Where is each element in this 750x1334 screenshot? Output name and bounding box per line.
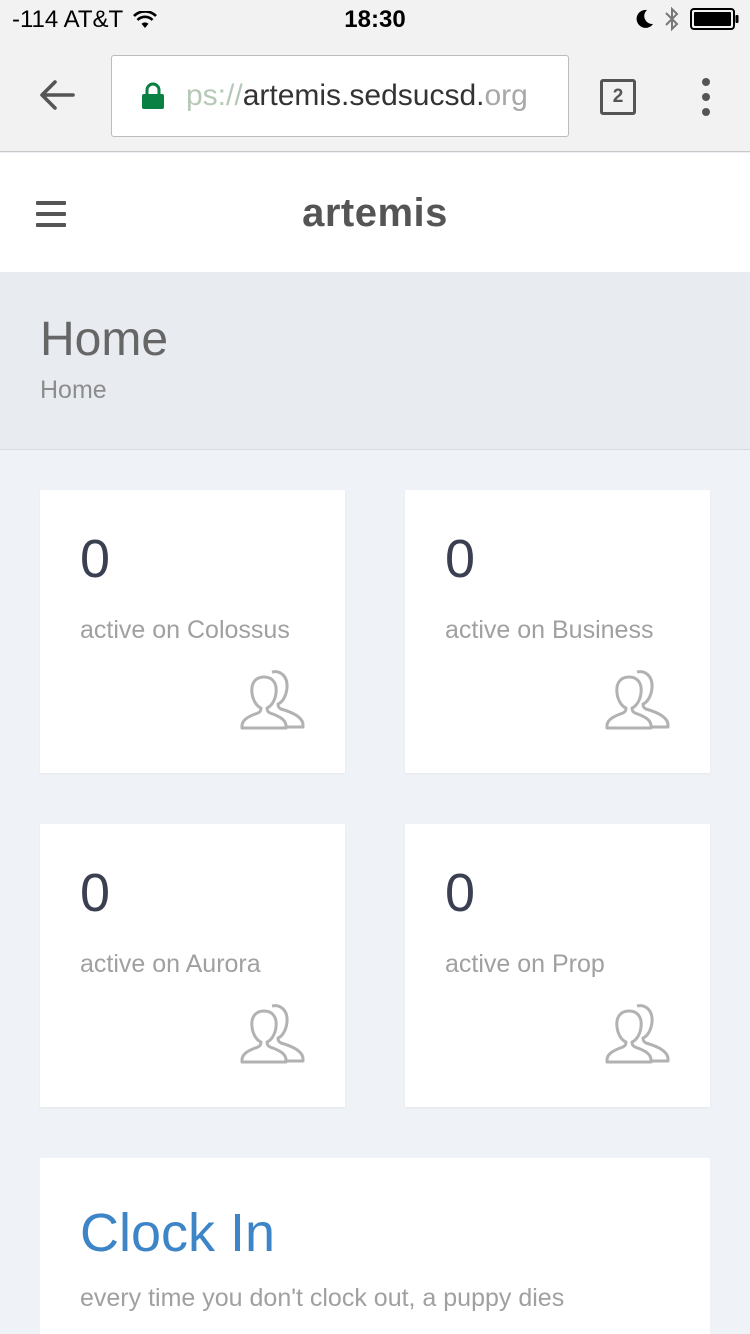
stat-count: 0 bbox=[445, 863, 476, 923]
stat-card-prop: 0 active on Prop bbox=[405, 824, 710, 1107]
page-title: Home bbox=[40, 313, 169, 366]
stat-count: 0 bbox=[80, 863, 111, 923]
lock-icon bbox=[142, 82, 164, 109]
users-icon bbox=[240, 1004, 305, 1064]
brand-title[interactable]: artemis bbox=[0, 191, 750, 236]
stat-card-business: 0 active on Business bbox=[405, 490, 710, 773]
stat-card-colossus: 0 active on Colossus bbox=[40, 490, 345, 773]
menu-dot bbox=[702, 93, 710, 101]
menu-dot bbox=[702, 78, 710, 86]
users-icon bbox=[605, 1004, 670, 1064]
clock-in-card: Clock In every time you don't clock out,… bbox=[40, 1158, 710, 1334]
menu-dot bbox=[702, 108, 710, 116]
back-arrow-icon bbox=[40, 80, 75, 110]
battery-icon bbox=[690, 8, 739, 30]
bluetooth-icon bbox=[665, 6, 679, 32]
stat-card-aurora: 0 active on Aurora bbox=[40, 824, 345, 1107]
status-bar: -114 AT&T 18:30 bbox=[0, 0, 750, 40]
url-tld: org bbox=[484, 79, 528, 112]
moon-icon bbox=[636, 9, 653, 28]
stat-label: active on Colossus bbox=[80, 616, 290, 644]
stat-count: 0 bbox=[445, 529, 476, 589]
stat-label: active on Prop bbox=[445, 950, 605, 978]
users-icon bbox=[605, 670, 670, 730]
breadcrumb[interactable]: Home bbox=[40, 376, 107, 405]
url-scheme: ps:// bbox=[186, 79, 243, 112]
users-icon bbox=[240, 670, 305, 730]
overflow-menu-icon[interactable] bbox=[690, 74, 722, 120]
clock-in-subtitle: every time you don't clock out, a puppy … bbox=[80, 1284, 565, 1312]
stat-count: 0 bbox=[80, 529, 111, 589]
stat-label: active on Aurora bbox=[80, 950, 261, 978]
stat-label: active on Business bbox=[445, 616, 654, 644]
page-header: Home Home bbox=[0, 272, 750, 450]
clock-in-link[interactable]: Clock In bbox=[80, 1202, 275, 1264]
url-bar[interactable]: ps:// artemis.sedsucsd. org bbox=[111, 55, 569, 137]
browser-toolbar: ps:// artemis.sedsucsd. org 2 bbox=[0, 40, 750, 152]
tab-switcher-icon[interactable]: 2 bbox=[600, 79, 636, 115]
app-header: artemis bbox=[0, 153, 750, 272]
status-right bbox=[634, 6, 740, 32]
back-button[interactable] bbox=[32, 70, 82, 120]
url-host: artemis.sedsucsd. bbox=[242, 79, 485, 112]
